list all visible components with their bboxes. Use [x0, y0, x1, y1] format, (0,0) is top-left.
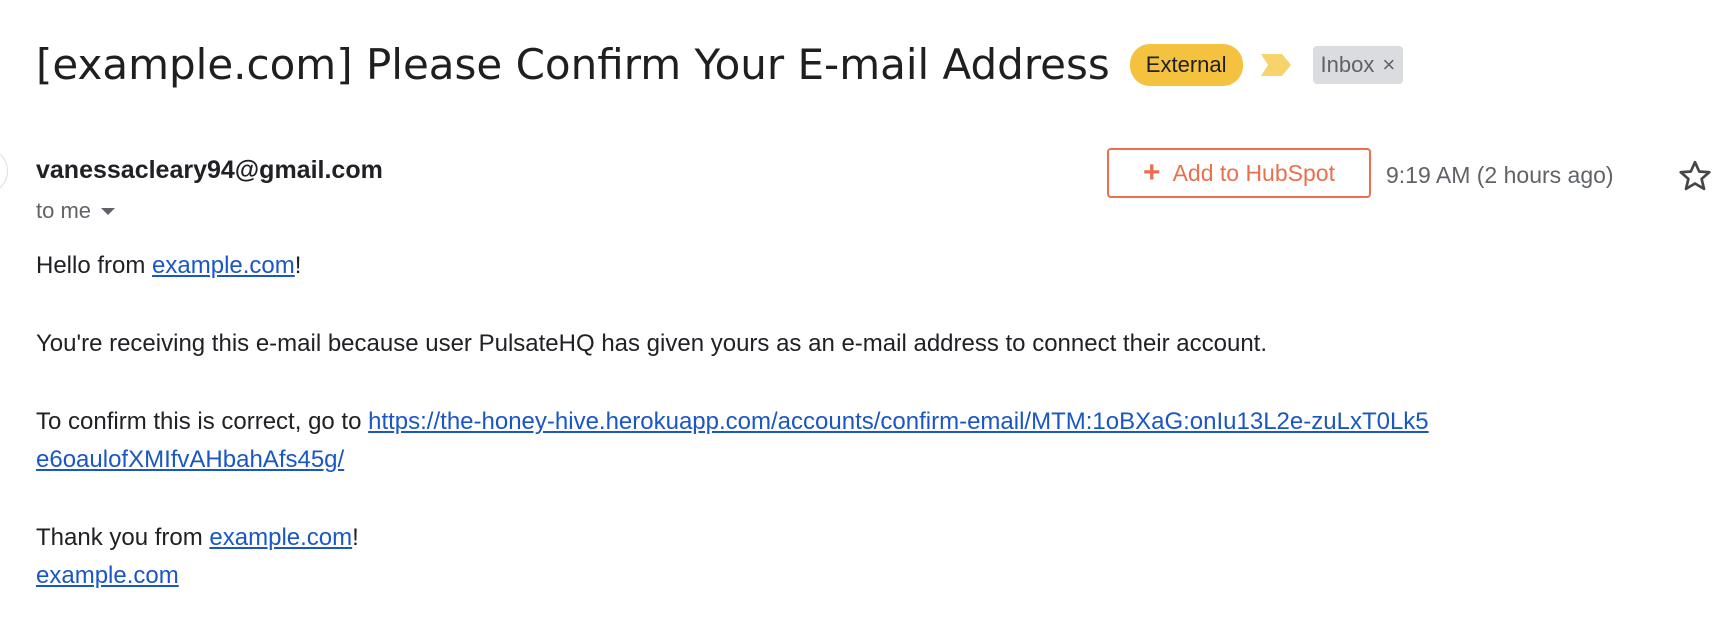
greeting-suffix: !	[294, 252, 302, 279]
greeting-link[interactable]: example.com	[152, 252, 295, 279]
reason-line: You're receiving this e-mail because use…	[36, 330, 1268, 357]
email-subject: [example.com] Please Confirm Your E-mail…	[36, 40, 1110, 89]
confirm-prefix: To confirm this is correct, go to	[36, 408, 369, 435]
confirmation-link-part1[interactable]: https://the-honey-hive.herokuapp.com/acc…	[368, 408, 1429, 435]
sender-email: vanessacleary94@gmail.com	[36, 156, 383, 184]
confirm-line-continued: e6oaulofXMIfvAHbahAfs45g/	[36, 446, 344, 474]
inbox-label: Inbox	[1320, 51, 1375, 77]
thanks-line: Thank you from example.com!	[36, 524, 359, 552]
thanks-prefix: Thank you from	[36, 524, 210, 551]
confirmation-link-part2[interactable]: e6oaulofXMIfvAHbahAfs45g/	[36, 446, 344, 473]
inbox-label-chip: Inbox ×	[1312, 45, 1404, 84]
signature-link[interactable]: example.com	[36, 562, 179, 589]
greeting-line: Hello from example.com!	[36, 252, 301, 280]
important-marker-icon[interactable]	[1260, 53, 1291, 76]
external-badge: External	[1129, 43, 1243, 86]
add-to-hubspot-button[interactable]: + Add to HubSpot	[1107, 148, 1371, 198]
message-timestamp: 9:19 AM (2 hours ago)	[1386, 162, 1614, 188]
plus-icon: +	[1143, 156, 1161, 189]
chevron-down-icon[interactable]	[101, 207, 116, 215]
greeting-prefix: Hello from	[36, 252, 153, 279]
confirm-line: To confirm this is correct, go to https:…	[36, 408, 1429, 436]
close-icon[interactable]: ×	[1382, 52, 1395, 78]
hubspot-button-label: Add to HubSpot	[1172, 159, 1335, 186]
sender-avatar	[0, 148, 8, 194]
recipient-label: to me	[36, 198, 92, 223]
recipient-row: to me	[36, 198, 116, 224]
subject-row: [example.com] Please Confirm Your E-mail…	[36, 40, 1404, 89]
thanks-link[interactable]: example.com	[209, 524, 352, 551]
thanks-suffix: !	[352, 524, 359, 551]
signature-line: example.com	[36, 562, 179, 590]
star-icon[interactable]	[1677, 158, 1713, 194]
